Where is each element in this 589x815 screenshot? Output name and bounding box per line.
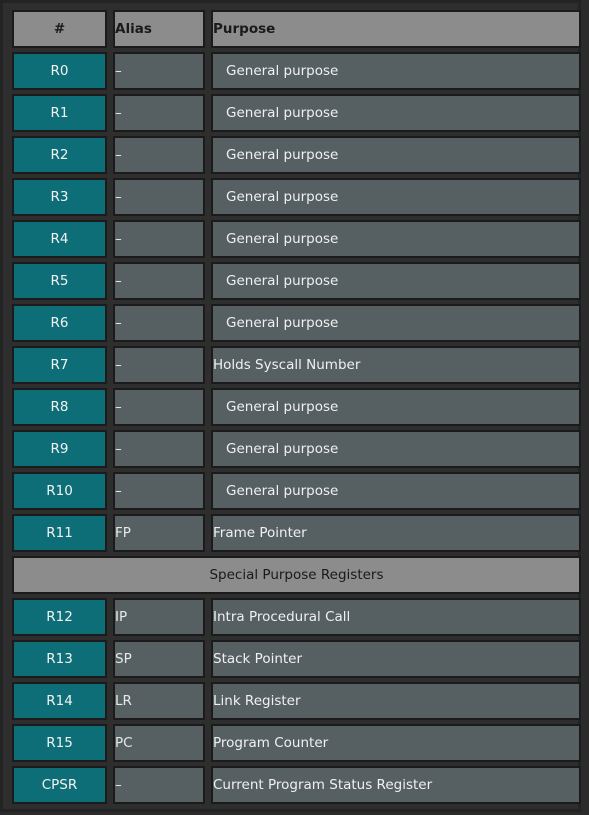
column-header-alias: Alias	[113, 10, 205, 48]
table-body: R0– General purpose R1– General purpose R2– G…	[12, 52, 581, 804]
table-row: R13 SP Stack Pointer	[12, 640, 581, 678]
register-alias-cell: –	[113, 430, 205, 468]
section-divider-row: Special Purpose Registers	[12, 556, 581, 594]
register-purpose-cell: General purpose	[211, 388, 581, 426]
register-name-cell: R1	[12, 94, 107, 132]
register-purpose-cell: Holds Syscall Number	[211, 346, 581, 384]
register-alias-cell: –	[113, 136, 205, 174]
register-name-cell: R0	[12, 52, 107, 90]
register-purpose-cell: General purpose	[211, 220, 581, 258]
register-alias-cell: –	[113, 52, 205, 90]
register-alias-cell: –	[113, 220, 205, 258]
table-header: # Alias Purpose	[12, 10, 581, 48]
table-header-row: # Alias Purpose	[12, 10, 581, 48]
column-header-purpose: Purpose	[211, 10, 581, 48]
register-name-cell: R7	[12, 346, 107, 384]
register-alias-cell: –	[113, 766, 205, 804]
register-name-cell: R14	[12, 682, 107, 720]
register-name-cell: R5	[12, 262, 107, 300]
register-purpose-cell: General purpose	[211, 472, 581, 510]
register-purpose-cell: General purpose	[211, 262, 581, 300]
table-row: R1– General purpose	[12, 94, 581, 132]
register-name-cell: R8	[12, 388, 107, 426]
register-name-cell: R9	[12, 430, 107, 468]
register-purpose-cell: General purpose	[211, 52, 581, 90]
register-name-cell: R10	[12, 472, 107, 510]
table-row: R15 PC Program Counter	[12, 724, 581, 762]
register-name-cell: R15	[12, 724, 107, 762]
table-row: R3– General purpose	[12, 178, 581, 216]
register-table-frame: # Alias Purpose R0– General purpose R1– Gen…	[0, 0, 581, 812]
register-name-cell: R13	[12, 640, 107, 678]
register-purpose-cell: General purpose	[211, 430, 581, 468]
table-row: R4– General purpose	[12, 220, 581, 258]
table-row: R7– Holds Syscall Number	[12, 346, 581, 384]
table-row: R14 LR Link Register	[12, 682, 581, 720]
table-row: R0– General purpose	[12, 52, 581, 90]
arm-register-table: # Alias Purpose R0– General purpose R1– Gen…	[6, 6, 587, 808]
register-name-cell: R6	[12, 304, 107, 342]
register-purpose-cell: Intra Procedural Call	[211, 598, 581, 636]
register-alias-cell: –	[113, 388, 205, 426]
register-alias-cell: –	[113, 304, 205, 342]
register-alias-cell: LR	[113, 682, 205, 720]
table-row: R9– General purpose	[12, 430, 581, 468]
register-name-cell: R11	[12, 514, 107, 552]
register-purpose-cell: Frame Pointer	[211, 514, 581, 552]
register-purpose-cell: General purpose	[211, 136, 581, 174]
register-alias-cell: –	[113, 346, 205, 384]
register-purpose-cell: Stack Pointer	[211, 640, 581, 678]
register-name-cell: R12	[12, 598, 107, 636]
register-purpose-cell: General purpose	[211, 304, 581, 342]
register-name-cell: R2	[12, 136, 107, 174]
table-row: R5– General purpose	[12, 262, 581, 300]
register-name-cell: CPSR	[12, 766, 107, 804]
register-name-cell: R4	[12, 220, 107, 258]
register-alias-cell: SP	[113, 640, 205, 678]
register-purpose-cell: Current Program Status Register	[211, 766, 581, 804]
section-divider-label: Special Purpose Registers	[12, 556, 581, 594]
register-purpose-cell: General purpose	[211, 94, 581, 132]
register-alias-cell: FP	[113, 514, 205, 552]
register-alias-cell: PC	[113, 724, 205, 762]
column-header-number: #	[12, 10, 107, 48]
register-alias-cell: IP	[113, 598, 205, 636]
register-purpose-cell: Link Register	[211, 682, 581, 720]
register-alias-cell: –	[113, 472, 205, 510]
table-row: R12 IP Intra Procedural Call	[12, 598, 581, 636]
table-row: R6– General purpose	[12, 304, 581, 342]
table-row: R10– General purpose	[12, 472, 581, 510]
table-row: R11 FP Frame Pointer	[12, 514, 581, 552]
table-row: CPSR – Current Program Status Register	[12, 766, 581, 804]
register-alias-cell: –	[113, 94, 205, 132]
table-row: R8– General purpose	[12, 388, 581, 426]
register-purpose-cell: Program Counter	[211, 724, 581, 762]
register-name-cell: R3	[12, 178, 107, 216]
register-purpose-cell: General purpose	[211, 178, 581, 216]
register-alias-cell: –	[113, 178, 205, 216]
register-alias-cell: –	[113, 262, 205, 300]
table-row: R2– General purpose	[12, 136, 581, 174]
